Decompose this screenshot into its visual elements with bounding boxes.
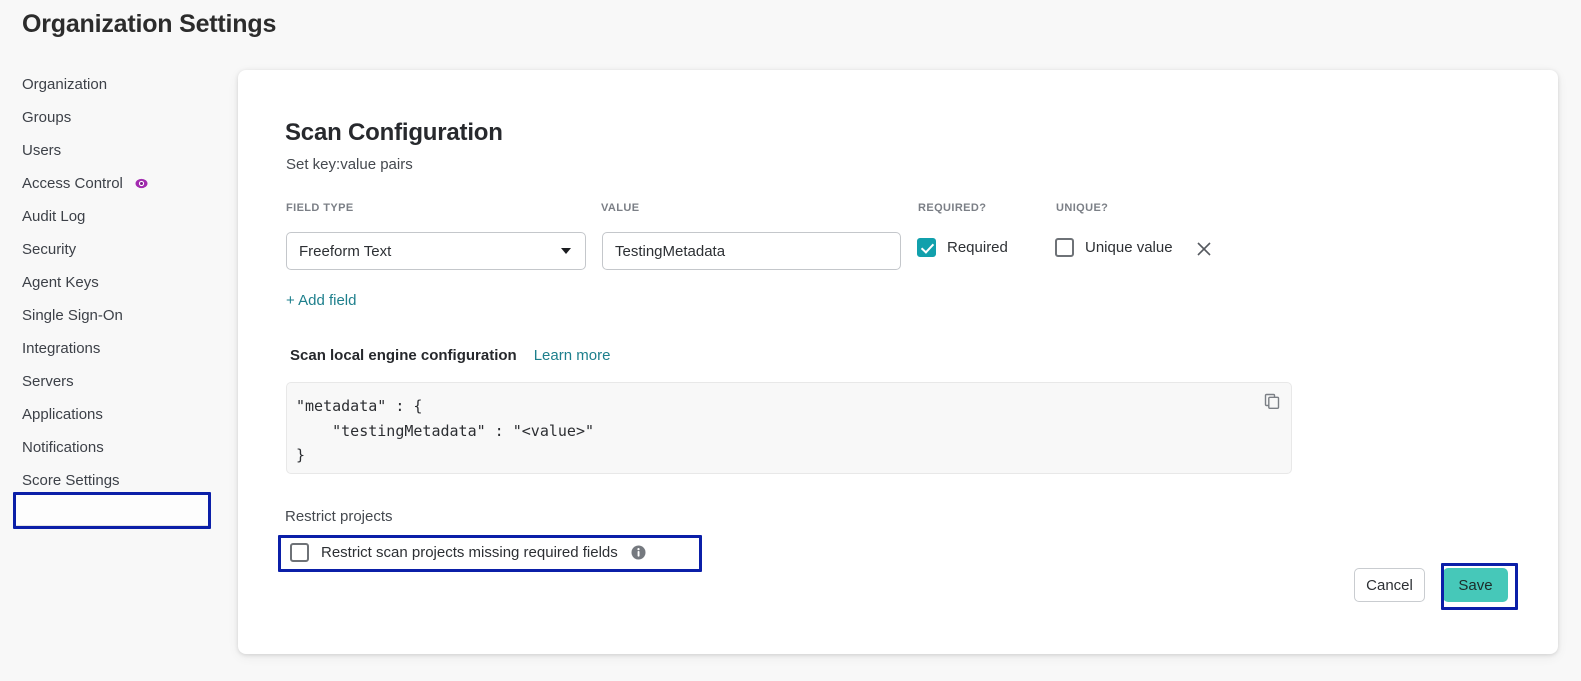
scan-local-engine-title: Scan local engine configuration [290,347,517,364]
sidebar-item-access-control[interactable]: Access Control [0,167,230,200]
column-header-required: REQUIRED? [918,202,986,214]
sidebar-item-label: Organization [22,76,107,93]
sidebar-item-agent-keys[interactable]: Agent Keys [0,266,230,299]
unique-checkbox-label: Unique value [1085,239,1173,256]
sidebar-item-single-sign-on[interactable]: Single Sign-On [0,299,230,332]
cancel-button[interactable]: Cancel [1354,568,1425,602]
sidebar-item-label: Score Settings [22,472,120,489]
sidebar-item-score-settings[interactable]: Score Settings [0,464,230,497]
column-header-value: VALUE [601,202,639,214]
sidebar-item-label: Audit Log [22,208,85,225]
settings-sidebar: Organization Groups Users Access Control… [0,68,230,530]
sidebar-item-label: Integrations [22,340,100,357]
restrict-projects-label: Restrict projects [285,508,393,525]
learn-more-link[interactable]: Learn more [534,347,611,364]
required-checkbox[interactable] [917,238,936,257]
code-snippet-text: "metadata" : { "testingMetadata" : "<val… [296,394,594,468]
card-title: Scan Configuration [285,119,503,147]
chevron-down-icon [561,248,571,254]
close-icon[interactable] [1195,240,1213,258]
eye-icon [135,178,148,189]
sidebar-item-notifications[interactable]: Notifications [0,431,230,464]
sidebar-item-groups[interactable]: Groups [0,101,230,134]
restrict-checkbox-row[interactable]: Restrict scan projects missing required … [290,543,646,562]
sidebar-item-label: Users [22,142,61,159]
restrict-checkbox-label: Restrict scan projects missing required … [321,544,618,561]
sidebar-item-label: Agent Keys [22,274,99,291]
sidebar-item-organization[interactable]: Organization [0,68,230,101]
sidebar-item-label: Security [22,241,76,258]
column-header-unique: UNIQUE? [1056,202,1108,214]
scan-local-engine-header: Scan local engine configuration Learn mo… [290,347,610,364]
add-field-link[interactable]: + Add field [286,292,356,309]
sidebar-item-users[interactable]: Users [0,134,230,167]
sidebar-item-label: Servers [22,373,74,390]
field-type-select-value: Freeform Text [299,243,391,260]
copy-icon[interactable] [1264,393,1280,414]
column-header-field-type: FIELD TYPE [286,202,354,214]
value-input[interactable] [602,232,901,270]
sidebar-item-security[interactable]: Security [0,233,230,266]
page-title: Organization Settings [22,10,276,39]
field-type-select[interactable]: Freeform Text [286,232,586,270]
save-button[interactable]: Save [1443,568,1508,602]
unique-checkbox-row[interactable]: Unique value [1055,238,1173,257]
sidebar-item-label: Applications [22,406,103,423]
code-snippet-block: "metadata" : { "testingMetadata" : "<val… [286,382,1292,474]
sidebar-item-audit-log[interactable]: Audit Log [0,200,230,233]
info-icon[interactable] [631,545,646,560]
sidebar-item-label: Access Control [22,175,123,192]
sidebar-item-integrations[interactable]: Integrations [0,332,230,365]
sidebar-item-label: Notifications [22,439,104,456]
required-checkbox-label: Required [947,239,1008,256]
card-subtitle: Set key:value pairs [286,156,413,173]
unique-checkbox[interactable] [1055,238,1074,257]
scan-configuration-card: Scan Configuration Set key:value pairs F… [238,70,1558,654]
sidebar-item-applications[interactable]: Applications [0,398,230,431]
required-checkbox-row[interactable]: Required [917,238,1008,257]
sidebar-item-servers[interactable]: Servers [0,365,230,398]
sidebar-item-label: Single Sign-On [22,307,123,324]
sidebar-selected-background [16,495,208,526]
restrict-checkbox[interactable] [290,543,309,562]
sidebar-item-label: Groups [22,109,71,126]
